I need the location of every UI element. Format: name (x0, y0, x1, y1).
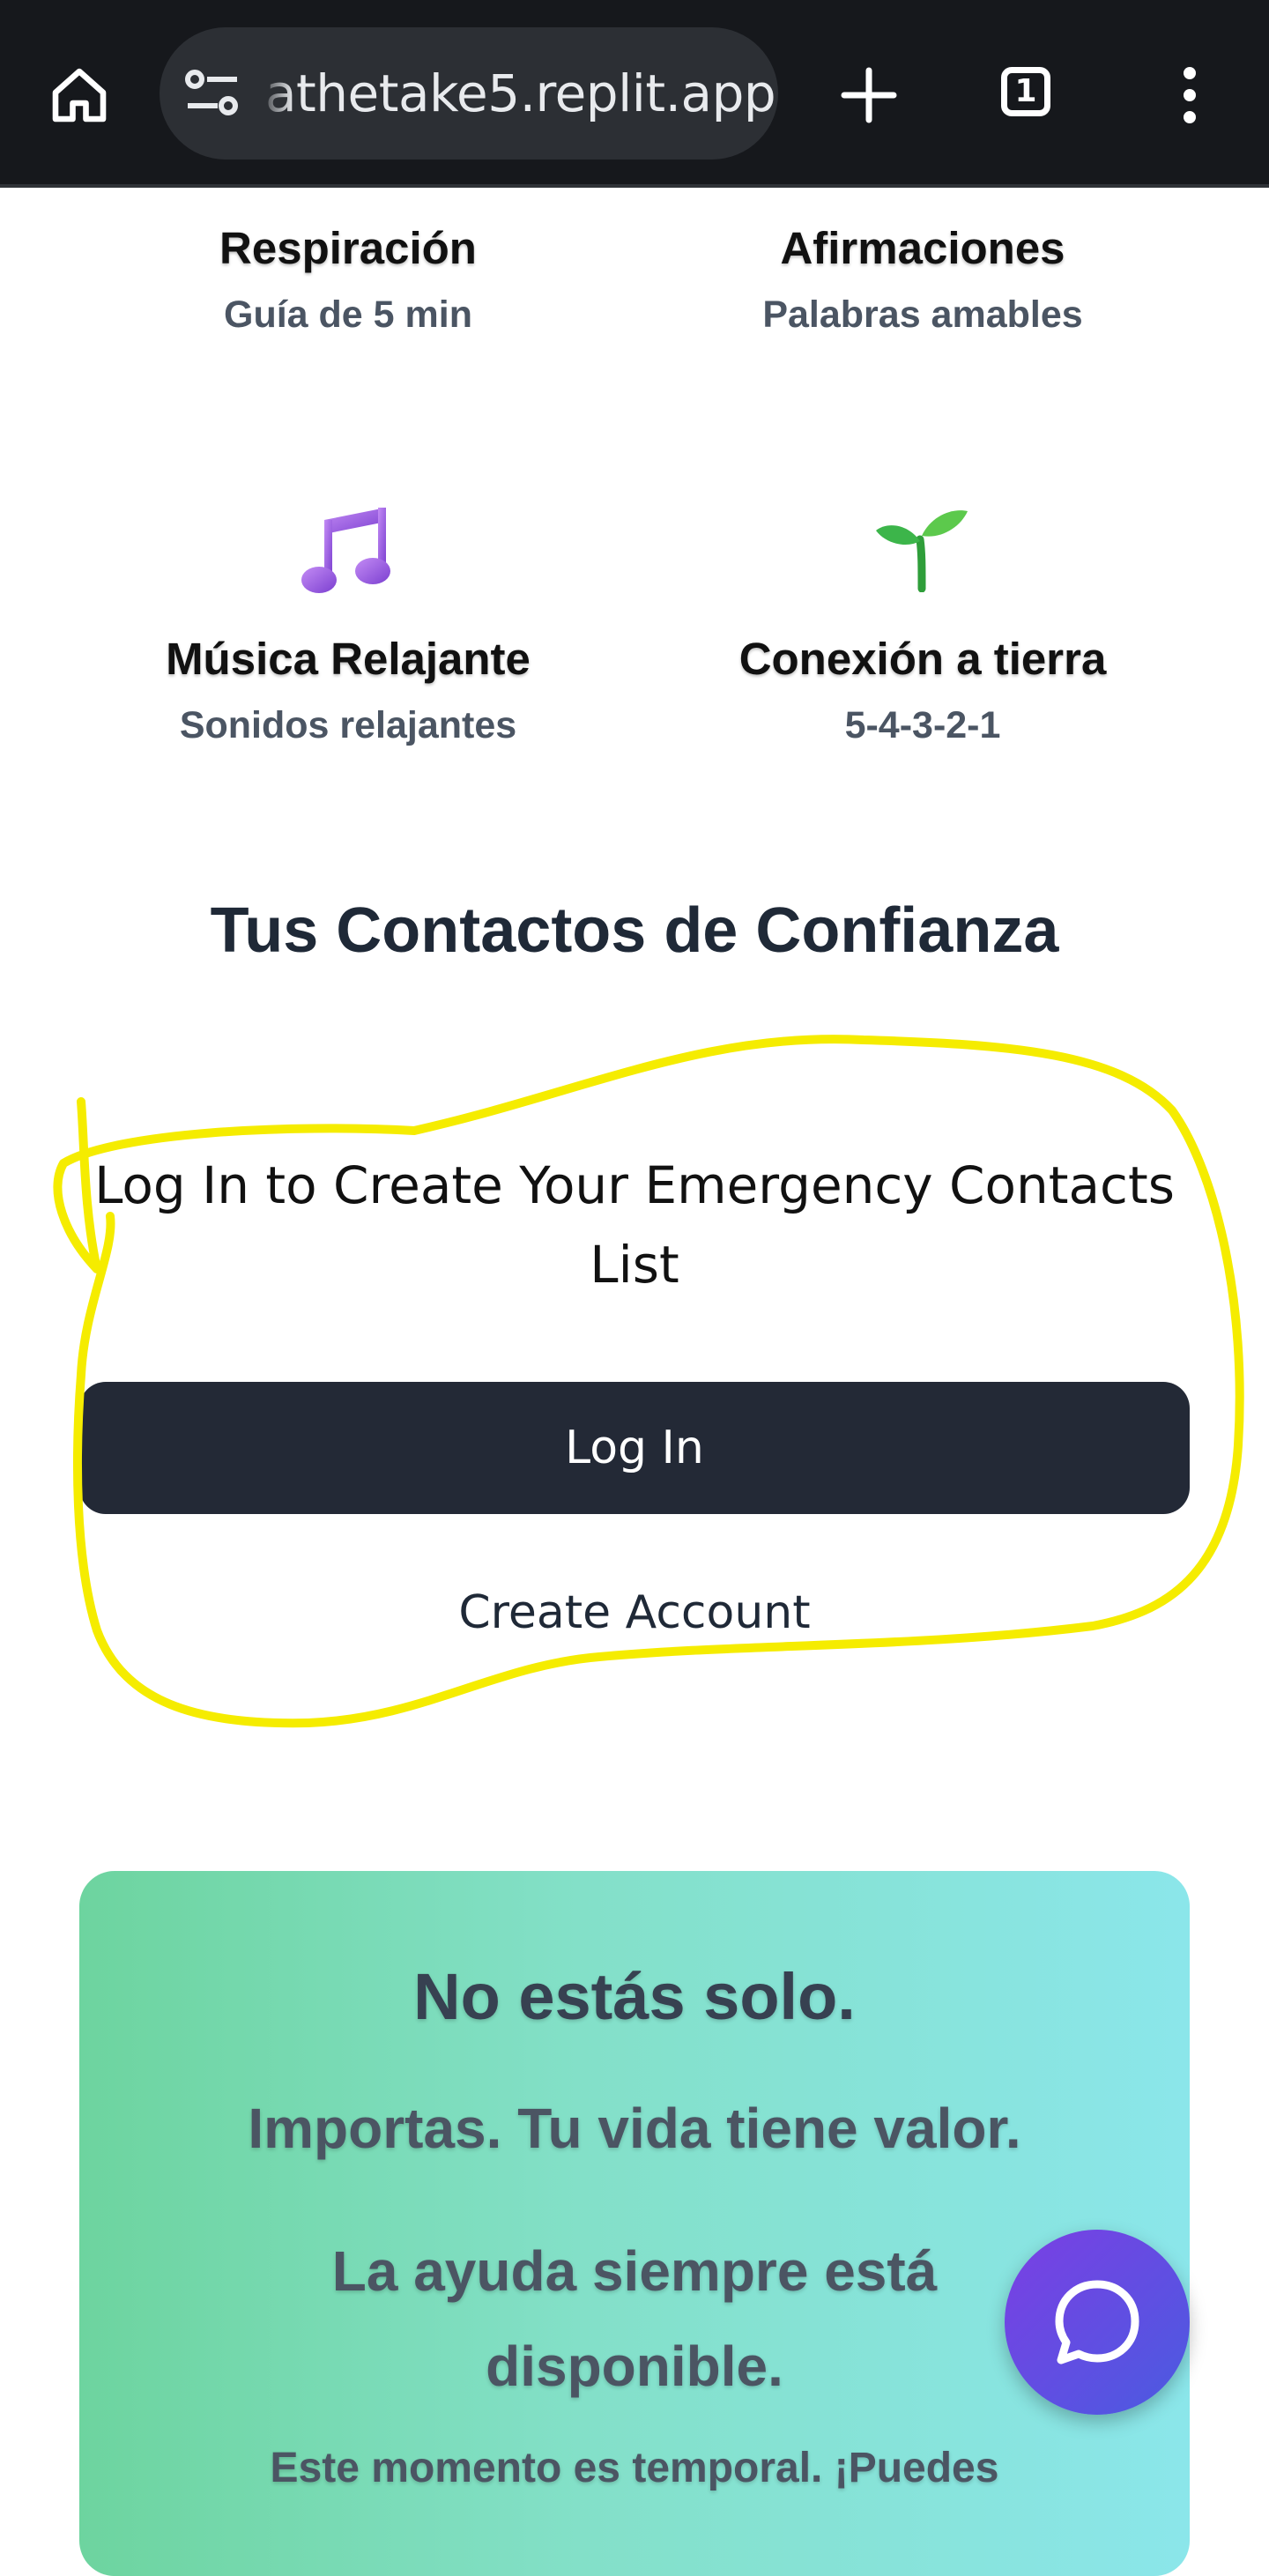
address-bar[interactable]: athetake5.replit.app (160, 27, 778, 160)
new-tab-button[interactable] (827, 53, 911, 137)
login-prompt: Log In to Create Your Emergency Contacts… (94, 1155, 1175, 1295)
tool-title: Conexión a tierra (738, 634, 1107, 684)
site-info-icon[interactable] (184, 67, 241, 120)
tool-title: Música Relajante (166, 634, 531, 684)
card-headline: No estás solo. (413, 1960, 856, 2033)
tool-card-affirmations[interactable]: Afirmaciones Palabras amables (676, 222, 1169, 337)
plus-icon (841, 67, 897, 123)
chat-button[interactable] (1005, 2230, 1190, 2415)
card-message-3: Este momento es temporal. ¡Puedes (270, 2445, 999, 2491)
card-message-2: La ayuda siempre está disponible. (331, 2239, 938, 2398)
tool-subtitle: Palabras amables (762, 293, 1083, 336)
section-title: Tus Contactos de Confianza (210, 895, 1059, 966)
login-button[interactable]: Log In (79, 1382, 1190, 1514)
home-icon (52, 68, 107, 122)
toolbar-divider (0, 184, 1269, 188)
chat-bubble-icon (1055, 2280, 1139, 2364)
tool-title: Afirmaciones (780, 223, 1065, 273)
create-account-link[interactable]: Create Account (0, 1586, 1269, 1639)
tab-switcher-button[interactable]: 1 (987, 53, 1072, 137)
tool-card-grounding[interactable]: Conexión a tierra 5-4-3-2-1 (676, 633, 1169, 747)
tab-count: 1 (1014, 73, 1037, 109)
home-button[interactable] (37, 53, 122, 137)
tool-card-relaxing-music[interactable]: Música Relajante Sonidos relajantes (101, 633, 595, 747)
card-message-1: Importas. Tu vida tiene valor. (248, 2097, 1021, 2160)
url-text[interactable]: athetake5.replit.app (265, 27, 776, 160)
tool-subtitle: 5-4-3-2-1 (844, 704, 1001, 746)
music-notes-icon (301, 508, 390, 593)
tool-title: Respiración (219, 223, 477, 273)
tool-subtitle: Guía de 5 min (224, 293, 472, 336)
tool-subtitle: Sonidos relajantes (179, 704, 517, 746)
more-menu-button[interactable] (1146, 53, 1230, 137)
support-message-card: No estás solo. Importas. Tu vida tiene v… (79, 1871, 1190, 2576)
tool-card-breathing[interactable]: Respiración Guía de 5 min (101, 222, 595, 337)
seedling-icon (876, 510, 968, 592)
url-fade (258, 27, 293, 160)
browser-toolbar: athetake5.replit.app 1 (0, 0, 1269, 188)
